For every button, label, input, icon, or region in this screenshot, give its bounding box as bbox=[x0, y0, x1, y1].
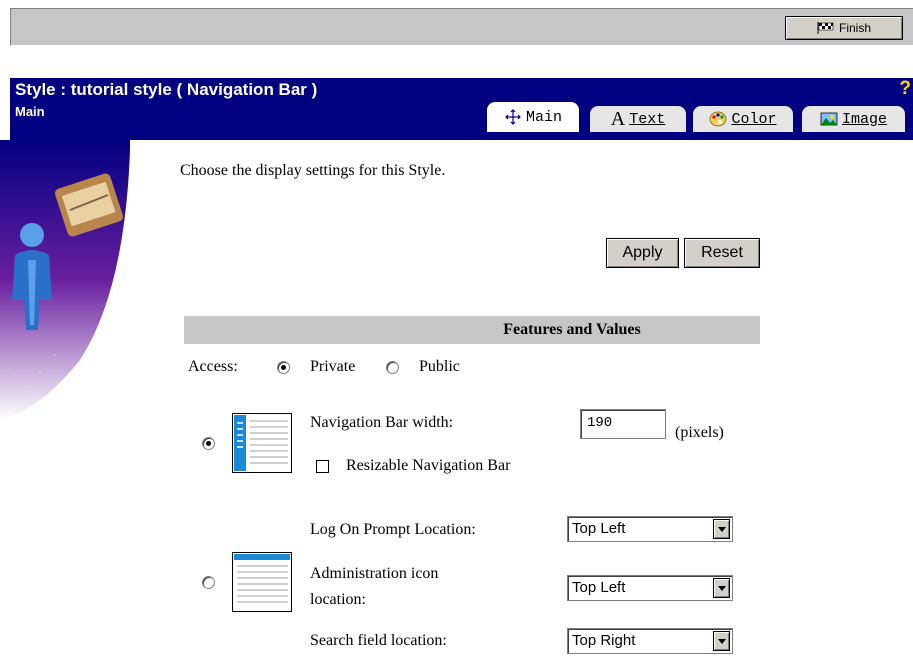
access-public-radio[interactable] bbox=[386, 361, 399, 374]
navbar-width-label: Navigation Bar width: bbox=[310, 414, 454, 431]
logon-location-select[interactable]: Top Left bbox=[567, 516, 733, 542]
landscape-icon bbox=[820, 112, 838, 126]
tab-image-label: Image bbox=[841, 110, 887, 128]
navbar-width-unit: (pixels) bbox=[675, 424, 724, 441]
tab-text-label: Text bbox=[629, 110, 666, 128]
navbar-layout-icon bbox=[232, 413, 292, 473]
topbar-layout-icon bbox=[232, 552, 292, 612]
access-label: Access: bbox=[188, 358, 238, 375]
search-location-select[interactable]: Top Right bbox=[567, 628, 733, 654]
tab-image[interactable]: Image bbox=[802, 106, 905, 132]
palette-icon bbox=[710, 111, 727, 127]
page-subtitle: Main bbox=[15, 104, 45, 119]
top-toolbar: Finish bbox=[10, 8, 913, 46]
intro-text: Choose the display settings for this Sty… bbox=[180, 162, 446, 179]
reset-button[interactable]: Reset bbox=[684, 238, 760, 268]
letter-a-icon: A bbox=[610, 107, 626, 130]
help-icon[interactable]: ? bbox=[899, 78, 911, 100]
logon-location-value: Top Left bbox=[572, 520, 626, 537]
tab-color[interactable]: Color bbox=[693, 106, 793, 132]
search-location-value: Top Right bbox=[572, 632, 636, 649]
style-header: Style : tutorial style ( Navigation Bar … bbox=[10, 78, 913, 140]
access-public-label: Public bbox=[419, 358, 460, 375]
features-values-header: Features and Values bbox=[184, 316, 760, 344]
logon-location-label: Log On Prompt Location: bbox=[310, 521, 476, 538]
tab-text[interactable]: A Text bbox=[590, 106, 686, 132]
tab-main[interactable]: Main bbox=[487, 102, 579, 132]
style-person-illustration bbox=[0, 140, 130, 420]
search-location-label: Search field location: bbox=[310, 632, 447, 649]
finish-label: Finish bbox=[838, 21, 871, 35]
layout-option-2-radio[interactable] bbox=[202, 576, 215, 589]
navbar-width-input[interactable]: 190 bbox=[580, 409, 666, 439]
access-private-radio[interactable] bbox=[277, 361, 290, 374]
chevron-down-icon[interactable] bbox=[713, 519, 730, 539]
tab-main-label: Main bbox=[525, 108, 562, 126]
chevron-down-icon[interactable] bbox=[713, 578, 730, 598]
apply-button[interactable]: Apply bbox=[606, 238, 679, 268]
resizable-navbar-label: Resizable Navigation Bar bbox=[346, 457, 511, 474]
layout-option-1-radio[interactable] bbox=[202, 437, 215, 450]
resizable-navbar-checkbox[interactable] bbox=[316, 460, 329, 473]
page-title: Style : tutorial style ( Navigation Bar … bbox=[15, 80, 318, 99]
checkered-flag-icon bbox=[817, 22, 834, 34]
tab-color-label: Color bbox=[731, 110, 777, 128]
chevron-down-icon[interactable] bbox=[713, 631, 730, 651]
admin-location-select[interactable]: Top Left bbox=[567, 575, 733, 601]
admin-location-label-line2: location: bbox=[310, 591, 366, 608]
access-private-label: Private bbox=[310, 358, 356, 375]
admin-location-label-line1: Administration icon bbox=[310, 565, 439, 582]
admin-location-value: Top Left bbox=[572, 579, 626, 596]
move-arrows-icon bbox=[505, 109, 521, 125]
finish-button[interactable]: Finish bbox=[785, 16, 903, 40]
